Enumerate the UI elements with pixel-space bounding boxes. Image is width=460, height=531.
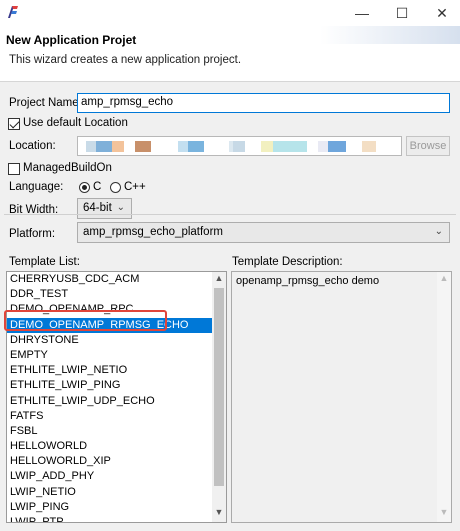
scroll-down-icon[interactable]: ▼ <box>212 507 226 521</box>
language-radio-c[interactable] <box>79 182 90 193</box>
scroll-up-icon[interactable]: ▲ <box>212 273 226 287</box>
separator <box>4 214 456 215</box>
template-list-item[interactable]: LWIP_ADD_PHY <box>7 469 213 484</box>
maximize-button[interactable]: ☐ <box>384 0 420 26</box>
template-list-item[interactable]: HELLOWORLD <box>7 439 213 454</box>
template-list-item[interactable]: FSBL <box>7 424 213 439</box>
scroll-up-icon: ▲ <box>439 273 449 283</box>
managed-build-label: ManagedBuildOn <box>23 162 112 174</box>
wizard-header: New Application Projet This wizard creat… <box>0 26 460 82</box>
language-radio-cpp[interactable] <box>110 182 121 193</box>
template-list-item[interactable]: EMPTY <box>7 348 213 363</box>
template-list-item[interactable]: ETHLITE_LWIP_PING <box>7 378 213 393</box>
template-list-item[interactable]: ETHLITE_LWIP_UDP_ECHO <box>7 394 213 409</box>
close-button[interactable]: ✕ <box>424 0 460 26</box>
header-gradient <box>320 26 460 44</box>
description-scrollbar: ▲ ▼ <box>437 272 451 522</box>
template-list-item[interactable]: FATFS <box>7 409 213 424</box>
template-list[interactable]: CHERRYUSB_CDC_ACM DDR_TEST DEMO_OPENAMP_RP… <box>6 271 227 523</box>
app-logo-icon <box>8 6 18 18</box>
chevron-down-icon: ⌄ <box>116 202 125 213</box>
location-label: Location: <box>9 140 56 152</box>
template-list-item[interactable]: LWIP_NETIO <box>7 485 213 500</box>
project-name-input[interactable]: amp_rpmsg_echo <box>77 93 450 113</box>
platform-label: Platform: <box>9 228 56 240</box>
template-list-item[interactable]: DDR_TEST <box>7 287 213 302</box>
template-description-box: openamp_rpmsg_echo demo ▲ ▼ <box>231 271 452 523</box>
wizard-description: This wizard creates a new application pr… <box>9 54 242 66</box>
use-default-location-label: Use default Location <box>23 117 128 129</box>
title-bar: — ☐ ✕ <box>0 0 460 26</box>
browse-button[interactable]: Browse <box>406 136 450 156</box>
wizard-title: New Application Projet <box>6 33 137 47</box>
language-option-c: C <box>93 181 102 193</box>
template-list-item[interactable]: DEMO_OPENAMP_RPC <box>7 302 213 317</box>
template-list-item[interactable]: HELLOWORLD_XIP <box>7 454 213 469</box>
template-list-items: CHERRYUSB_CDC_ACM DDR_TEST DEMO_OPENAMP_RP… <box>7 272 226 522</box>
template-description-text: openamp_rpmsg_echo demo <box>236 275 380 287</box>
template-list-label: Template List: <box>9 256 80 268</box>
language-label: Language: <box>9 181 64 193</box>
template-list-item[interactable]: CHERRYUSB_CDC_ACM <box>7 272 213 287</box>
use-default-location-checkbox[interactable] <box>8 118 20 130</box>
template-list-item[interactable]: LWIP_PING <box>7 500 213 515</box>
scroll-down-icon: ▼ <box>439 507 449 517</box>
scrollbar-thumb[interactable] <box>214 288 224 486</box>
template-list-item[interactable]: DHRYSTONE <box>7 333 213 348</box>
chevron-down-icon: ⌄ <box>434 226 443 237</box>
platform-select[interactable]: amp_rpmsg_echo_platform ⌄ <box>77 222 450 243</box>
bit-width-select[interactable]: 64-bit ⌄ <box>77 198 132 219</box>
location-input <box>77 136 402 156</box>
template-list-scrollbar[interactable]: ▲ ▼ <box>212 272 226 522</box>
template-list-item[interactable]: LWIP_PTP <box>7 515 213 522</box>
project-name-label: Project Name: <box>9 97 82 109</box>
language-option-cpp: C++ <box>124 181 146 193</box>
template-description-label: Template Description: <box>232 256 343 268</box>
managed-build-checkbox[interactable] <box>8 163 20 175</box>
platform-value: amp_rpmsg_echo_platform <box>83 226 223 238</box>
template-list-item[interactable]: ETHLITE_LWIP_NETIO <box>7 363 213 378</box>
minimize-button[interactable]: — <box>344 0 380 26</box>
template-list-item[interactable]: DEMO_OPENAMP_RPMSG_ECHO <box>7 317 213 333</box>
bit-width-value: 64-bit <box>83 202 112 214</box>
